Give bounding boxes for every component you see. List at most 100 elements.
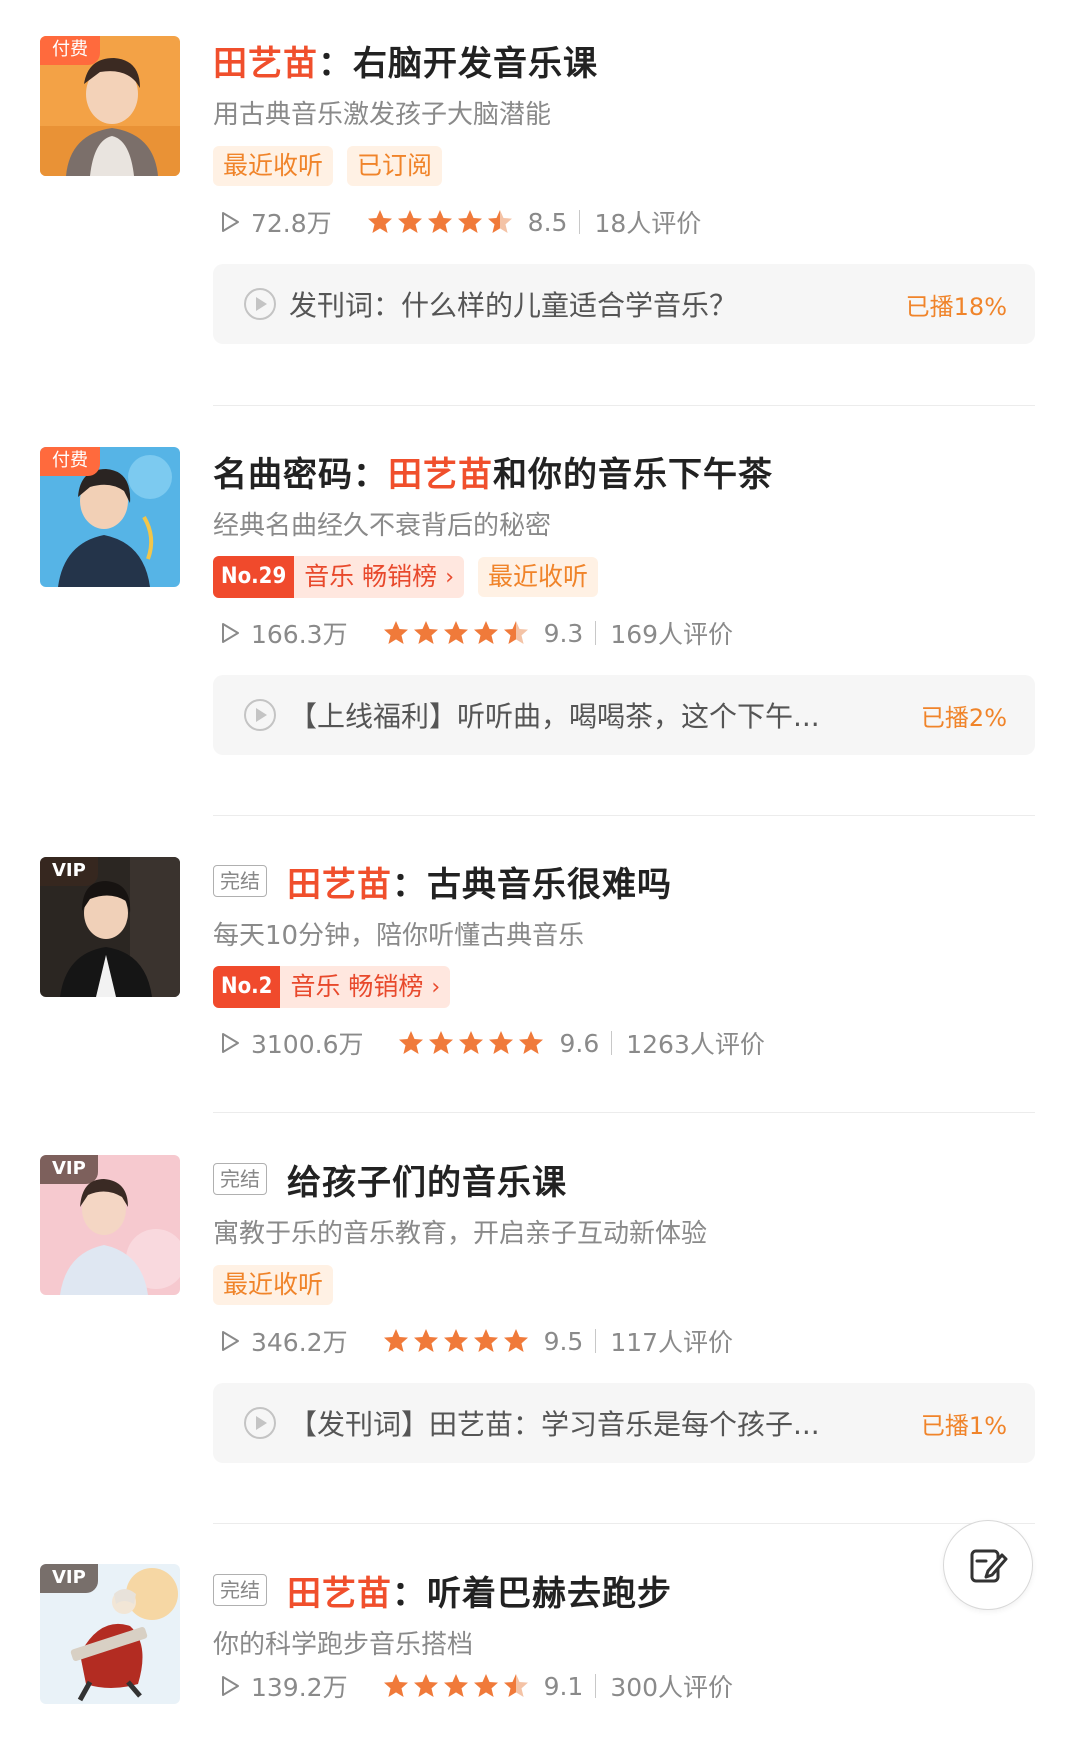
stats-row: 346.2万 9.5 117人评价 [213,1321,1035,1361]
title-text: ：听着巴赫去跑步 [392,1573,672,1614]
course-title[interactable]: 完结 田艺苗：古典音乐很难吗 [213,855,1035,907]
star-icon [503,621,528,644]
play-triangle-icon [222,1033,239,1053]
star-icon [383,1329,408,1352]
course-subtitle: 寓教于乐的音乐教育，开启亲子互动新体验 [213,1219,708,1249]
finished-badge: 完结 [213,865,267,897]
star-icon [459,1031,484,1054]
play-circle-icon [244,699,276,731]
finished-badge: 完结 [213,1163,267,1195]
divider [595,1674,597,1698]
paid-badge: 付费 [40,36,100,65]
list-divider [213,405,1035,406]
course-cover[interactable]: VIP [40,1564,180,1704]
star-icon [383,1674,408,1697]
divider [579,210,581,234]
title-highlight: 田艺苗 [213,43,318,84]
course-subtitle: 你的科学跑步音乐搭档 [213,1630,474,1660]
episode-progress: 已播2% [920,703,1007,732]
course-title[interactable]: 完结 田艺苗：听着巴赫去跑步 [213,1564,1035,1616]
latest-episode[interactable]: 【发刊词】田艺苗：学习音乐是每个孩子... 已播1% [213,1383,1035,1463]
course-subtitle: 每天10分钟，陪你听懂古典音乐 [213,921,585,951]
course-subtitle: 用古典音乐激发孩子大脑潜能 [213,100,552,130]
course-cover[interactable]: 付费 [40,447,180,587]
stats-row: 166.3万 9.3 169人评价 [213,613,1035,653]
star-icon [503,1674,528,1697]
rank-label: 音乐 畅销榜 [304,562,438,591]
star-icon [429,1031,454,1054]
divider [595,621,597,645]
star-icon [473,1329,498,1352]
star-icon [427,210,452,233]
play-triangle-icon [222,212,239,232]
rating-stars [382,1672,532,1700]
play-triangle-icon [222,623,239,643]
stats-row: 3100.6万 9.6 1263人评价 [213,1023,1035,1063]
course-cover[interactable]: VIP [40,857,180,997]
review-count: 1263人评价 [626,1030,765,1059]
star-icon [397,210,422,233]
course-title[interactable]: 完结 给孩子们的音乐课 [213,1153,1035,1205]
rating-score: 9.6 [559,1028,600,1058]
course-title[interactable]: 田艺苗：右脑开发音乐课 [213,34,1035,86]
course-title[interactable]: 名曲密码：田艺苗和你的音乐下午茶 [213,445,1035,497]
tag-row: 最近收听 已订阅 [213,144,1035,188]
edit-note-icon [970,1549,1008,1583]
rating-stars [382,1327,532,1355]
star-icon [473,621,498,644]
latest-episode[interactable]: 【上线福利】听听曲，喝喝茶，这个下午... 已播2% [213,675,1035,755]
episode-progress: 已播1% [920,1411,1007,1440]
star-icon [473,1674,498,1697]
star-icon [503,1329,528,1352]
rating-score: 9.1 [543,1671,584,1701]
course-subtitle: 经典名曲经久不衰背后的秘密 [213,511,552,541]
tag-row: 最近收听 [213,1263,1035,1307]
title-text: ：古典音乐很难吗 [392,864,672,905]
play-count: 166.3万 [251,620,348,649]
course-cover[interactable]: 付费 [40,36,180,176]
star-icon [383,621,408,644]
rating-stars [397,1029,547,1057]
rating-score: 9.3 [543,618,584,648]
star-icon [457,210,482,233]
title-text: 给孩子们的音乐课 [287,1162,567,1203]
rank-number: No.2 [213,966,281,1008]
divider [611,1031,613,1055]
play-circle-icon [244,1407,276,1439]
bestseller-rank[interactable]: No.2 音乐 畅销榜 › [213,966,451,1008]
star-icon [413,1674,438,1697]
paid-badge: 付费 [40,447,100,476]
bestseller-rank[interactable]: No.29 音乐 畅销榜 › [213,556,464,598]
rank-number: No.29 [213,556,295,598]
play-count: 3100.6万 [251,1030,364,1059]
latest-episode[interactable]: 发刊词：什么样的儿童适合学音乐？ 已播18% [213,264,1035,344]
course-cover[interactable]: VIP [40,1155,180,1295]
review-count: 169人评价 [610,620,734,649]
title-text: ：右脑开发音乐课 [318,43,598,84]
title-highlight: 田艺苗 [287,1573,392,1614]
vip-badge: VIP [40,1155,98,1184]
tag-subscribed: 已订阅 [347,146,443,186]
tag-row: No.29 音乐 畅销榜 › 最近收听 [213,555,1035,599]
play-count: 346.2万 [251,1328,348,1357]
star-icon [443,1329,468,1352]
tag-row: No.2 音乐 畅销榜 › [213,965,1035,1009]
title-text: 和你的音乐下午茶 [493,454,773,495]
episode-title: 【上线福利】听听曲，喝喝茶，这个下午... [289,700,820,733]
star-icon [413,621,438,644]
rating-score: 9.5 [543,1326,584,1356]
chevron-right-icon: › [445,564,454,590]
review-count: 300人评价 [610,1673,734,1702]
vip-badge: VIP [40,1564,98,1593]
episode-title: 发刊词：什么样的儿童适合学音乐？ [289,289,738,322]
rating-stars [382,619,532,647]
star-icon [367,210,392,233]
vip-badge: VIP [40,857,98,886]
edit-note-button[interactable] [943,1520,1033,1610]
star-icon [443,1674,468,1697]
rank-label: 音乐 畅销榜 [290,972,424,1001]
star-icon [413,1329,438,1352]
list-divider [213,1523,1035,1524]
stats-row: 139.2万 9.1 300人评价 [213,1666,1035,1706]
divider [595,1329,597,1353]
